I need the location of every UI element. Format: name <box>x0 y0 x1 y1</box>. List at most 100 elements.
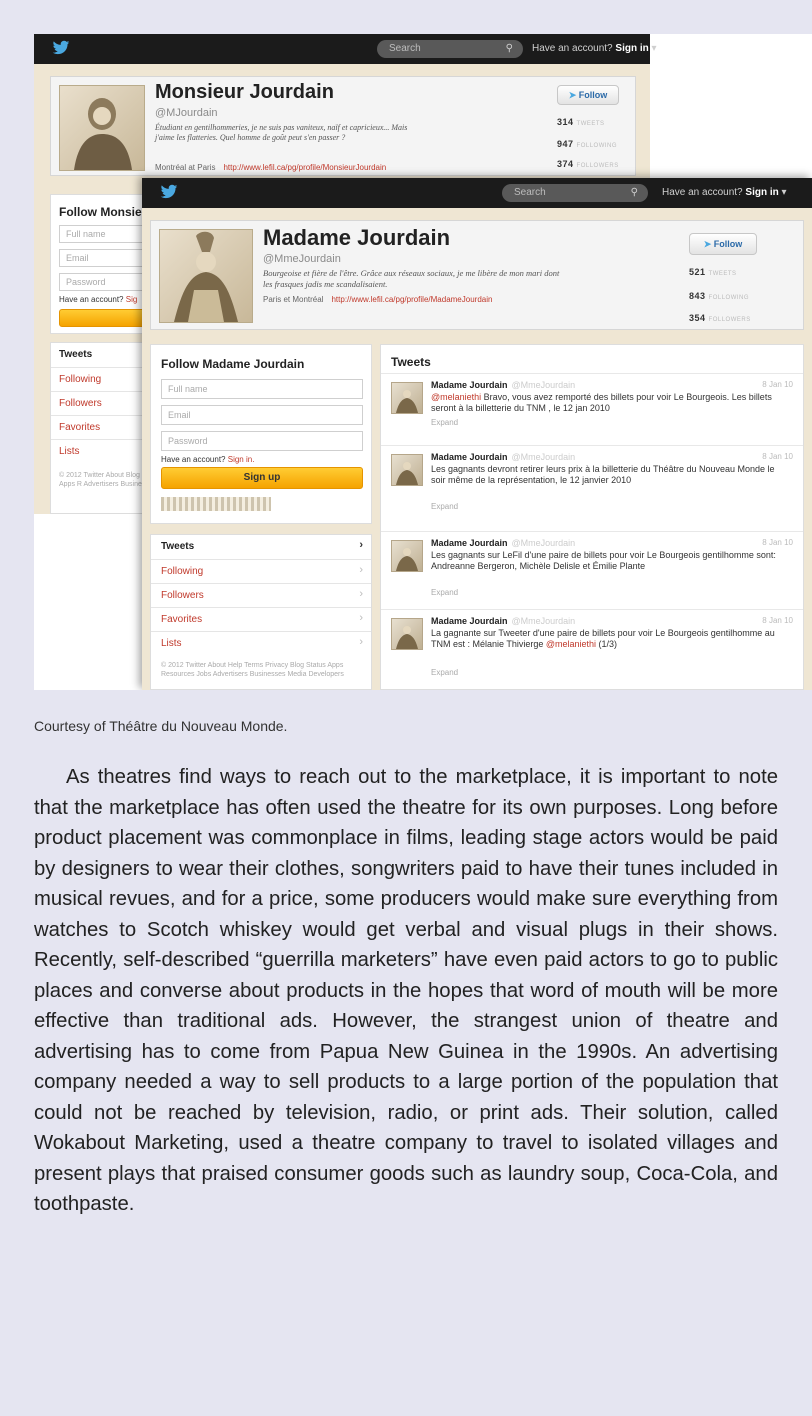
back-have-account-text: Have an account? <box>59 295 124 304</box>
front-stat-following[interactable]: 843 FOLLOWING <box>689 291 749 301</box>
tweet-date[interactable]: 8 Jan 10 <box>762 380 793 389</box>
decorative-engraving-strip <box>161 497 271 511</box>
front-follow-label: Follow <box>713 239 743 249</box>
back-follow-button[interactable]: ➤ Follow <box>557 85 619 105</box>
back-stat-followers[interactable]: 374 FOLLOWERS <box>557 159 619 169</box>
tweet-avatar[interactable] <box>391 540 423 572</box>
back-nav-tweets-label: Tweets <box>59 349 93 360</box>
tweet-author[interactable]: Madame Jourdain @MmeJourdain <box>431 452 575 462</box>
back-profile-url[interactable]: http://www.lefil.ca/pg/profile/MonsieurJ… <box>223 163 386 172</box>
tweet-item[interactable]: Madame Jourdain @MmeJourdain 8 Jan 10 Les… <box>381 445 803 532</box>
tweet-author[interactable]: Madame Jourdain @MmeJourdain <box>431 538 575 548</box>
front-profile-name: Madame Jourdain <box>263 225 451 250</box>
back-signin-prefix: Have an account? <box>532 43 613 54</box>
tweet-author[interactable]: Madame Jourdain @MmeJourdain <box>431 380 575 390</box>
back-have-account: Have an account? Sig <box>59 295 137 304</box>
front-location-text: Paris et Montréal <box>263 295 324 304</box>
front-nav-following-label: Following <box>161 566 204 577</box>
tweet-author-handle: @MmeJourdain <box>511 616 576 626</box>
woman-portrait-illustration <box>396 626 418 649</box>
back-signin-link[interactable]: Have an account? Sign in ▾ <box>532 43 657 54</box>
back-nav-favorites-label: Favorites <box>59 422 101 433</box>
front-follow-button[interactable]: ➤ Follow <box>689 233 757 255</box>
front-stat-tweets[interactable]: 521 TWEETS <box>689 267 737 277</box>
back-profile-card: Monsieur Jourdain @MJourdain Étudiant en… <box>50 76 636 176</box>
chevron-right-icon: › <box>359 636 363 648</box>
tweet-expand-link[interactable]: Expand <box>431 588 458 597</box>
front-nav-tweets[interactable]: Tweets › <box>151 535 371 559</box>
tweet-author-name: Madame Jourdain <box>431 538 508 548</box>
back-stat-tweets-label: TWEETS <box>576 121 605 127</box>
back-stat-tweets[interactable]: 314 TWEETS <box>557 117 605 127</box>
tweet-date[interactable]: 8 Jan 10 <box>762 452 793 461</box>
tweet-expand-link[interactable]: Expand <box>431 502 458 511</box>
back-nav-lists-label: Lists <box>59 446 80 457</box>
front-stat-following-value: 843 <box>689 291 706 301</box>
tweet-text: @melaniethi Bravo, vous avez remporté de… <box>431 392 791 414</box>
front-password-field[interactable]: Password <box>161 431 363 451</box>
back-avatar <box>59 85 145 171</box>
back-search-input[interactable]: Search ⚲ <box>377 40 523 58</box>
front-stat-followers-label: FOLLOWERS <box>708 317 751 323</box>
front-stat-followers[interactable]: 354 FOLLOWERS <box>689 313 751 323</box>
front-nav-favorites[interactable]: Favorites › <box>151 607 371 632</box>
back-have-account-link[interactable]: Sig <box>126 295 138 304</box>
woman-portrait-illustration <box>396 390 418 413</box>
body-paragraph: As theatres find ways to reach out to th… <box>34 766 778 1215</box>
front-stat-followers-value: 354 <box>689 313 706 323</box>
front-nav-lists[interactable]: Lists › <box>151 631 371 656</box>
front-avatar <box>159 229 253 323</box>
front-nav-following[interactable]: Following › <box>151 559 371 584</box>
tweet-avatar[interactable] <box>391 454 423 486</box>
front-profile-card: Madame Jourdain @MmeJourdain Bourgeoise … <box>150 220 804 330</box>
back-stat-following[interactable]: 947 FOLLOWING <box>557 139 617 149</box>
front-search-input[interactable]: Search ⚲ <box>502 184 648 202</box>
front-email-field[interactable]: Email <box>161 405 363 425</box>
chevron-right-icon: › <box>359 539 363 551</box>
tweet-text: Les gagnants devront retirer leurs prix … <box>431 464 791 486</box>
front-stat-following-label: FOLLOWING <box>708 295 750 301</box>
front-follow-panel-title: Follow Madame Jourdain <box>161 357 305 371</box>
front-footer: © 2012 Twitter About Help Terms Privacy … <box>161 662 344 679</box>
tweet-item[interactable]: Madame Jourdain @MmeJourdain 8 Jan 10 @me… <box>381 373 803 446</box>
tweet-mention[interactable]: @melaniethi <box>546 639 596 649</box>
tweet-date[interactable]: 8 Jan 10 <box>762 538 793 547</box>
search-icon[interactable]: ⚲ <box>631 184 638 202</box>
tweet-item[interactable]: Madame Jourdain @MmeJourdain 8 Jan 10 La … <box>381 609 803 689</box>
back-topbar: Search ⚲ Have an account? Sign in ▾ <box>34 34 657 64</box>
tweet-author-handle: @MmeJourdain <box>511 452 576 462</box>
tweet-avatar[interactable] <box>391 618 423 650</box>
back-stat-following-label: FOLLOWING <box>576 143 618 149</box>
tweet-item[interactable]: Madame Jourdain @MmeJourdain 8 Jan 10 Les… <box>381 531 803 610</box>
back-nav-following-label: Following <box>59 374 102 385</box>
tweet-author[interactable]: Madame Jourdain @MmeJourdain <box>431 616 575 626</box>
tweet-author-name: Madame Jourdain <box>431 616 508 626</box>
back-search-placeholder: Search <box>389 43 421 54</box>
front-signup-button[interactable]: Sign up <box>161 467 363 489</box>
front-nav-tweets-label: Tweets <box>161 541 195 552</box>
tweet-expand-link[interactable]: Expand <box>431 668 458 677</box>
tweet-body: Bravo, vous avez remporté des billets po… <box>431 392 772 413</box>
tweet-expand-link[interactable]: Expand <box>431 418 458 427</box>
front-have-account-link[interactable]: Sign in. <box>228 455 255 464</box>
back-signin-label[interactable]: Sign in <box>615 43 648 54</box>
tweet-date[interactable]: 8 Jan 10 <box>762 616 793 625</box>
tweet-avatar[interactable] <box>391 382 423 414</box>
front-nav-favorites-label: Favorites <box>161 614 203 625</box>
twitter-bird-icon <box>52 40 70 55</box>
front-nav-followers[interactable]: Followers › <box>151 583 371 608</box>
back-profile-handle: @MJourdain <box>155 107 218 119</box>
tweet-mention[interactable]: @melaniethi <box>431 392 481 402</box>
front-fullname-field[interactable]: Full name <box>161 379 363 399</box>
chevron-right-icon: › <box>359 588 363 600</box>
front-signin-link[interactable]: Have an account? Sign in ▾ <box>662 187 787 198</box>
front-signin-prefix: Have an account? <box>662 187 743 198</box>
chevron-right-icon: › <box>359 612 363 624</box>
man-portrait-illustration <box>74 98 132 170</box>
tweet-body: Les gagnants sur LeFil d'une paire de bi… <box>431 550 776 571</box>
front-profile-url[interactable]: http://www.lefil.ca/pg/profile/MadameJou… <box>331 295 492 304</box>
front-signin-label[interactable]: Sign in <box>745 187 778 198</box>
back-location-text: Montréal at Paris <box>155 163 216 172</box>
front-have-account: Have an account? Sign in. <box>161 455 254 464</box>
search-icon[interactable]: ⚲ <box>506 40 513 58</box>
